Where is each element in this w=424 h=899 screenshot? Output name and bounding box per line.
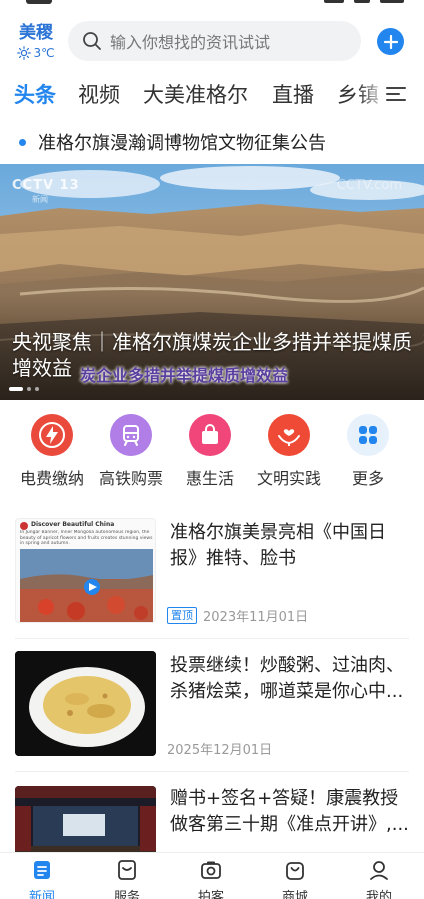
service-label: 文明实践 [256,469,321,488]
plus-icon [383,34,398,49]
cctv-logo: CCTV 13 [12,178,80,193]
nav-label: 商城 [281,890,308,899]
thumb-heading: Discover Beautiful China [31,521,115,528]
search-icon [83,32,101,50]
banner-title[interactable]: 央视聚焦｜准格尔旗煤炭企业多措并举提煤质增效益 [12,329,412,381]
train-icon [123,425,139,446]
status-time [26,0,52,4]
banner-carousel[interactable]: CCTV 13 新闻 CCTV.com 炭企业多措并举提煤质增效益 央视聚焦｜准… [0,164,424,400]
nav-shop[interactable]: 商城 [265,859,325,899]
tab-headlines[interactable]: 头条 [14,78,56,112]
news-headline: 投票继续！炒酸粥、过油肉、杀猪烩菜，哪道菜是你心中... [170,655,404,702]
nav-label: 拍客 [197,890,224,899]
announcement-bar[interactable]: 准格尔旗漫瀚调博物馆文物征集公告 [0,128,424,156]
temperature: 3℃ [33,46,55,60]
news-meta: 2025年12月01日 [167,739,272,758]
service-label: 高铁购票 [98,469,163,488]
service-label: 惠生活 [185,469,234,488]
status-icons [324,0,404,3]
tab-video[interactable]: 视频 [78,78,120,112]
news-thumbnail: Discover Beautiful China In Jungar Banne… [15,518,156,623]
service-label: 更多 [351,469,384,488]
camera-icon [201,861,221,879]
thumbnail-image [15,651,156,756]
nav-news[interactable]: 新闻 [12,859,72,899]
service-label: 电费缴纳 [19,469,84,488]
cctv-watermark: CCTV.com [336,178,402,193]
grid-more-icon [359,426,377,444]
service-train-tickets[interactable]: 高铁购票 [91,414,171,489]
news-thumbnail [15,651,156,756]
search-placeholder: 输入你想找的资讯试试 [110,33,271,52]
nav-label: 我的 [365,890,392,899]
search-input[interactable]: 输入你想找的资讯试试 [68,21,361,61]
menu-icon[interactable] [385,84,407,104]
list-item[interactable]: Discover Beautiful China In Jungar Banne… [0,518,424,636]
divider [15,638,409,639]
service-civilization-practice[interactable]: 文明实践 [249,414,329,489]
service-life[interactable]: 惠生活 [170,414,250,489]
quick-services: 电费缴纳 高铁购票 惠生活 文明实践 更多 [0,414,424,494]
tab-live[interactable]: 直播 [272,78,314,112]
app-screen: 美稷 3℃ 输入你想找的资讯试试 头条 视频 大美准格尔 直播 准格尔旗漫瀚调博… [0,0,424,899]
list-item[interactable]: 赠书+签名+答疑！康震教授做客第三十期《准点开讲》,... [0,786,424,891]
cctv-channel-label: 新闻 [32,195,48,204]
service-icon [118,860,136,880]
city-name: 美稷 [19,23,53,43]
carousel-indicator [9,387,43,391]
announcement-text: 准格尔旗漫瀚调博物馆文物征集公告 [38,133,326,154]
user-icon [370,861,388,880]
nav-label: 新闻 [28,890,55,899]
list-item[interactable]: 投票继续！炒酸粥、过油肉、杀猪烩菜，哪道菜是你心中... 2025年12月01日 [0,651,424,769]
add-button[interactable] [377,28,404,55]
weather-widget[interactable]: 美稷 3℃ [14,22,58,61]
bottom-navigation: 新闻 服务 拍客 商城 我的 [0,852,424,899]
bullet-dot [19,138,26,146]
divider [15,771,409,772]
lightning-icon [39,422,65,448]
shopping-bag-icon [202,424,218,444]
status-bar [0,0,424,8]
nav-label: 服务 [113,890,140,899]
hands-heart-icon [278,429,300,446]
nav-service[interactable]: 服务 [97,859,157,899]
carousel-dot [27,387,31,391]
carousel-dot [35,387,39,391]
news-headline: 赠书+签名+答疑！康震教授做客第三十期《准点开讲》,... [170,788,409,835]
service-more[interactable]: 更多 [328,414,408,489]
channel-tabs: 头条 视频 大美准格尔 直播 乡镇 [0,78,424,114]
news-date: 2023年11月01日 [203,610,309,625]
news-headline: 准格尔旗美景亮相《中国日报》推特、脸书 [170,522,386,569]
news-meta: 置顶 2023年11月01日 [167,606,308,625]
news-date: 2025年12月01日 [167,743,273,758]
sun-icon [17,46,32,60]
tab-beautiful-jungar[interactable]: 大美准格尔 [143,78,248,112]
pinned-badge: 置顶 [167,607,197,624]
thumb-text: In Jungar Banner, Inner Mongolia autonom… [20,530,153,546]
header: 美稷 3℃ 输入你想找的资讯试试 [0,14,424,70]
shop-bag-icon [286,862,304,880]
nav-camera[interactable]: 拍客 [181,859,241,899]
nav-profile[interactable]: 我的 [349,859,409,899]
carousel-dot [9,387,23,391]
service-electricity[interactable]: 电费缴纳 [12,414,92,489]
news-icon [34,861,50,879]
